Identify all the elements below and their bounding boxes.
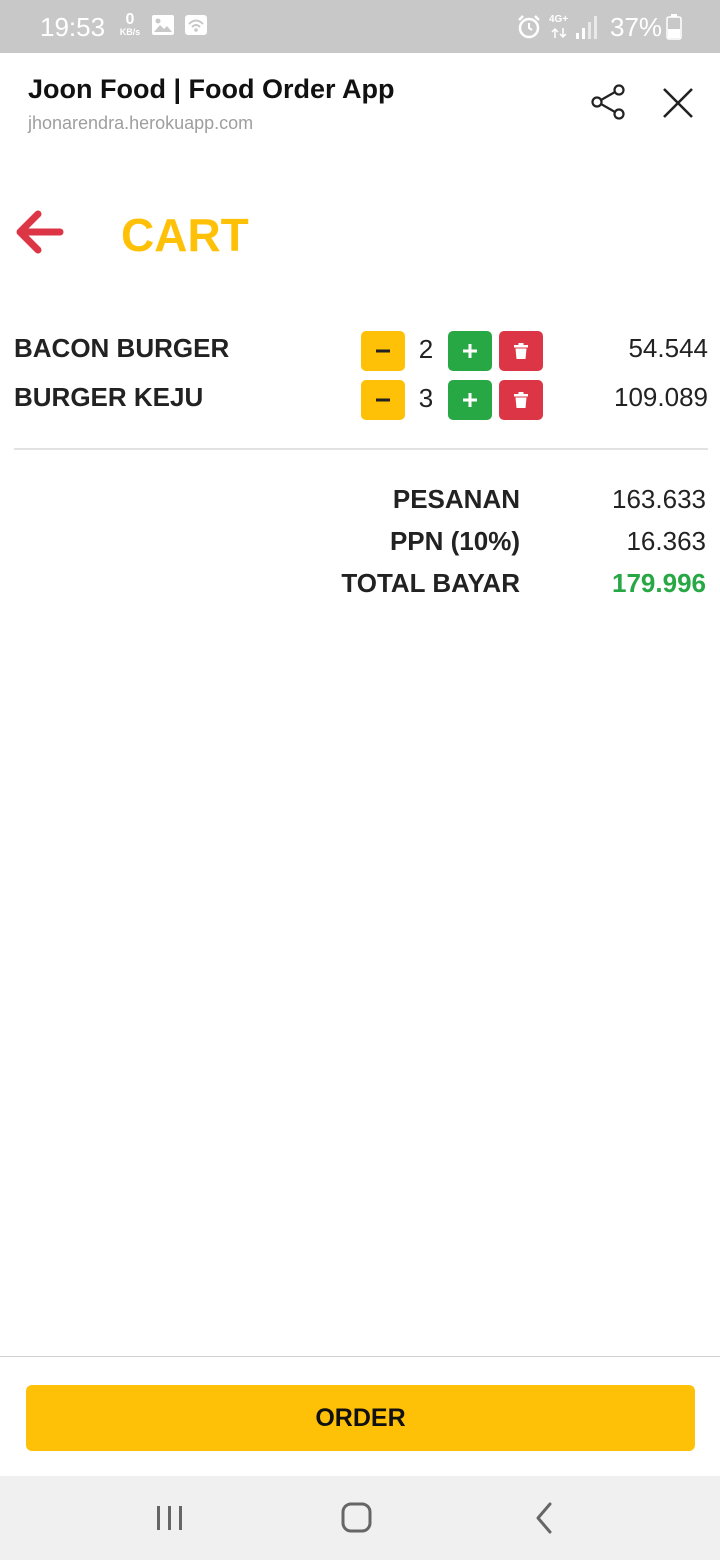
delete-item-button[interactable] [499,380,543,420]
item-name: BURGER KEJU [14,382,204,412]
image-icon [152,15,174,35]
page-title: Joon Food | Food Order App [28,74,395,104]
share-icon[interactable] [588,82,628,122]
minus-icon [376,398,390,402]
arrow-left-icon[interactable] [14,208,66,256]
divider [14,448,708,450]
close-icon[interactable] [660,85,696,121]
status-time: 19:53 [40,12,106,42]
order-button[interactable]: ORDER [26,1385,695,1451]
navigation-bar [0,1476,720,1560]
plus-icon [463,393,477,407]
item-price: 54.544 [628,333,708,363]
signal-icon [576,16,597,39]
cart-title: CART [121,209,249,261]
item-quantity: 2 [418,334,434,364]
battery-percent: 37% [610,12,663,42]
cart-item-row: BACON BURGER 2 54.544 [14,331,708,371]
trash-icon [514,392,528,408]
wifi-hotspot-icon [185,15,207,35]
minus-icon [376,349,390,353]
battery-icon [666,14,682,40]
cart-item-row: BURGER KEJU 3 109.089 [14,380,708,420]
increase-qty-button[interactable] [448,331,492,371]
data-arrows-icon [551,27,567,39]
home-icon[interactable] [335,1498,379,1538]
increase-qty-button[interactable] [448,380,492,420]
plus-icon [463,344,477,358]
item-price: 109.089 [614,382,708,412]
alarm-icon [518,15,540,39]
data-rate-value: 0 [125,11,135,28]
page-url: jhonarendra.herokuapp.com [28,113,254,133]
pesanan-label: PESANAN [392,484,520,514]
ppn-value: 16.363 [626,526,706,556]
item-name: BACON BURGER [14,333,230,363]
status-bar: 19:53 0 KB/s 4G+ 37% [0,0,720,53]
item-quantity: 3 [418,383,434,413]
trash-icon [514,343,528,359]
data-rate-unit: KB/s [119,27,141,37]
delete-item-button[interactable] [499,331,543,371]
total-value: 179.996 [612,568,706,598]
back-icon[interactable] [522,1498,566,1538]
ppn-label: PPN (10%) [389,526,520,556]
total-label: TOTAL BAYAR [341,568,520,598]
decrease-qty-button[interactable] [361,331,405,371]
pesanan-value: 163.633 [612,484,706,514]
network-type: 4G+ [549,14,569,25]
recent-apps-icon[interactable] [148,1498,192,1538]
data-rate-indicator: 0 KB/s [116,12,144,37]
decrease-qty-button[interactable] [361,380,405,420]
footer-divider [0,1356,720,1357]
